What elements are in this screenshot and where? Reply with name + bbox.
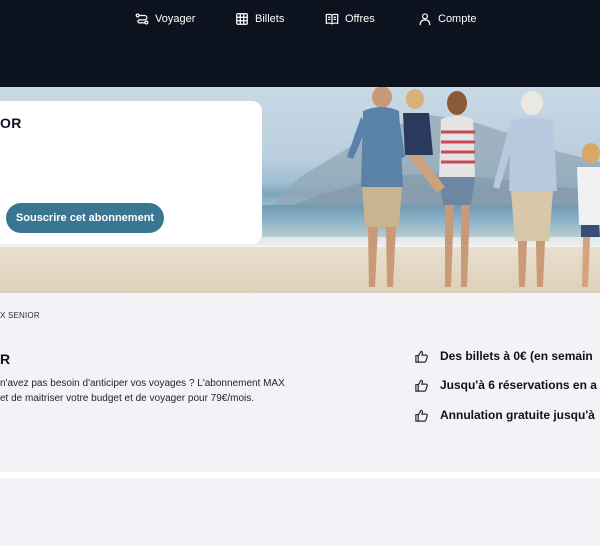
hero-card: OR Souscrire cet abonnement (0, 101, 262, 244)
section-title: R (0, 351, 11, 367)
hero-family-photo (347, 87, 600, 287)
nav-item-voyager[interactable]: Voyager (135, 11, 195, 27)
user-icon (419, 13, 431, 26)
thumbs-up-icon (415, 379, 428, 392)
offer-description: n'avez pas besoin d'anticiper vos voyage… (0, 377, 320, 406)
benefit-item: Des billets à 0€ (en semain (414, 348, 593, 364)
benefit-item: Jusqu'à 6 réservations en a (414, 377, 597, 393)
section-divider (0, 472, 600, 478)
hero-title: OR (0, 115, 22, 131)
nav-item-compte[interactable]: Compte (418, 11, 477, 27)
nav-label: Compte (438, 13, 477, 25)
breadcrumb: X SENIOR (0, 311, 40, 320)
description-line: n'avez pas besoin d'anticiper vos voyage… (0, 378, 285, 389)
book-icon (325, 13, 339, 25)
grid-tickets-icon (236, 13, 248, 25)
benefit-label: Jusqu'à 6 réservations en a (440, 378, 597, 392)
nav-label: Voyager (155, 13, 196, 25)
description-line: et de maitriser votre budget et de voyag… (0, 392, 255, 404)
subscribe-button[interactable]: Souscrire cet abonnement (6, 203, 164, 233)
nav-label: Offres (345, 13, 375, 25)
nav-item-offres[interactable]: Offres (325, 11, 375, 27)
benefit-label: Annulation gratuite jusqu'à (440, 408, 595, 422)
nav-label: Billets (255, 13, 285, 25)
top-nav-bar: Voyager Billets Offres Compte (0, 0, 600, 87)
hero-banner: OR Souscrire cet abonnement (0, 87, 600, 293)
thumbs-up-icon (415, 409, 428, 422)
route-icon (135, 13, 149, 25)
benefit-item: Annulation gratuite jusqu'à (414, 407, 595, 423)
benefit-label: Des billets à 0€ (en semain (440, 349, 593, 363)
nav-item-billets[interactable]: Billets (235, 11, 284, 27)
thumbs-up-icon (415, 350, 428, 363)
